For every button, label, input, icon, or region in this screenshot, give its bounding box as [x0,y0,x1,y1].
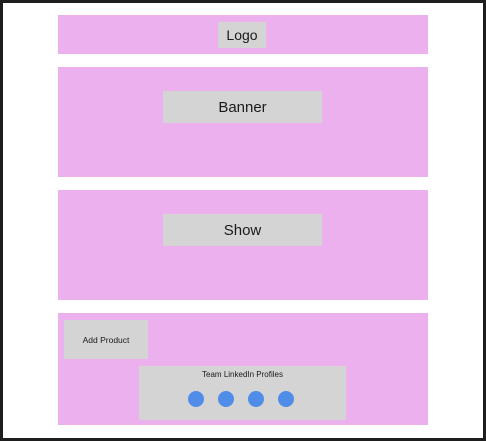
show-placeholder: Show [163,214,322,246]
banner-section: Banner [58,67,428,177]
banner-label: Banner [218,98,267,116]
banner-placeholder: Banner [163,91,322,123]
logo-label: Logo [226,27,258,43]
team-linkedin-profiles: Team LinkedIn Profiles [139,366,346,420]
add-product-label: Add Product [82,334,130,345]
profile-avatar-2[interactable] [218,391,234,407]
header-section: Logo [58,15,428,54]
profile-links [188,391,294,407]
team-linkedin-title: Team LinkedIn Profiles [202,370,283,379]
wireframe-canvas: Logo Banner Show Add Product Team Linked… [3,3,483,438]
add-product-button[interactable]: Add Product [64,320,148,359]
show-label: Show [223,221,262,239]
show-section: Show [58,190,428,300]
profile-avatar-4[interactable] [278,391,294,407]
profile-avatar-3[interactable] [248,391,264,407]
profile-avatar-1[interactable] [188,391,204,407]
logo-placeholder[interactable]: Logo [218,22,266,48]
footer-section: Add Product Team LinkedIn Profiles [58,313,428,425]
